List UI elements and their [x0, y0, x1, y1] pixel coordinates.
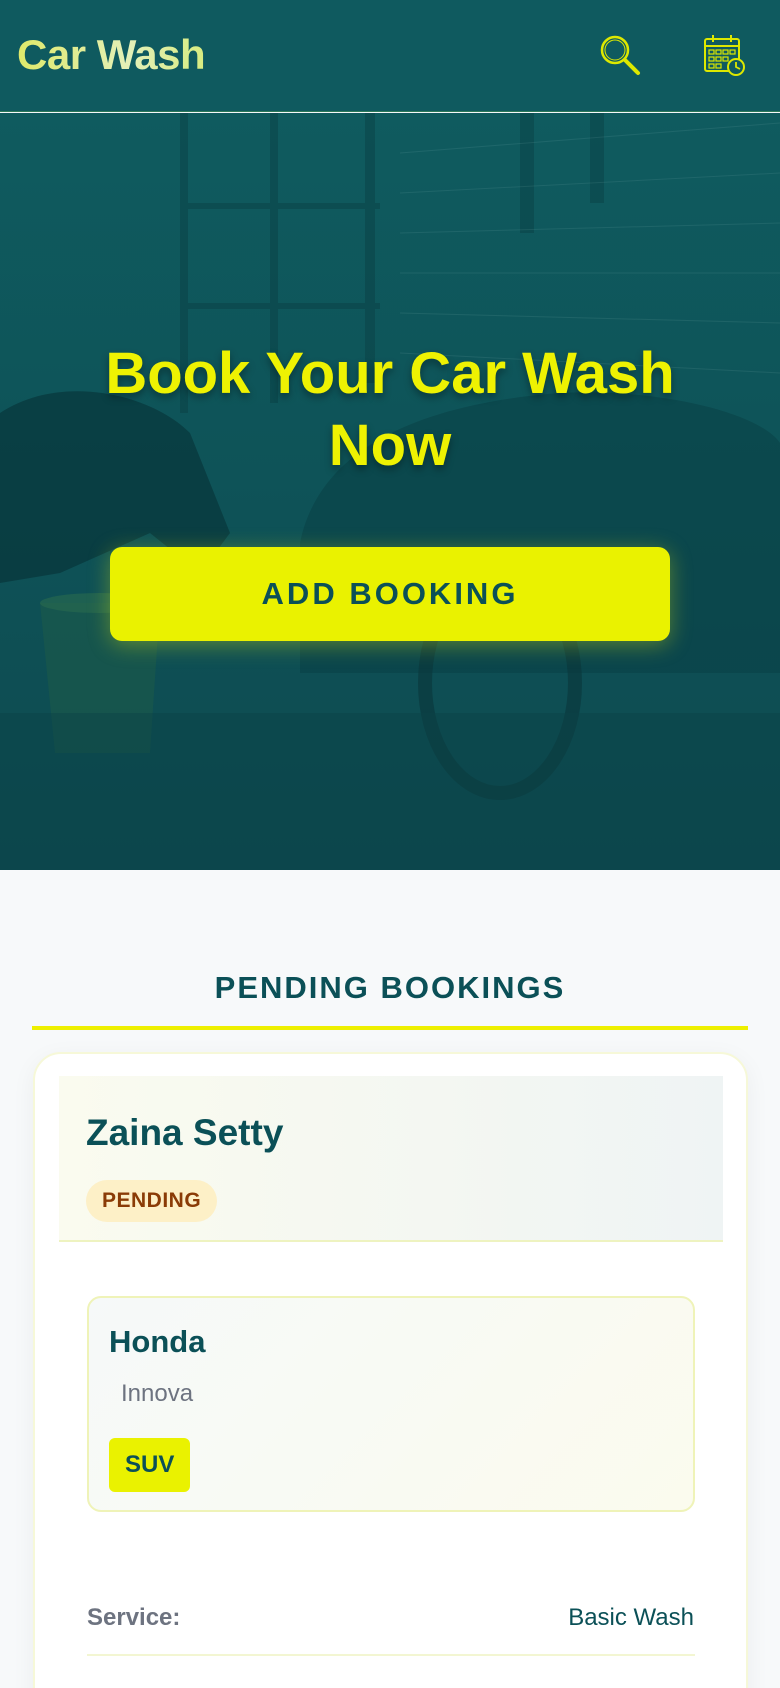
detail-divider	[87, 1654, 695, 1656]
vehicle-model: Innova	[121, 1380, 194, 1407]
status-badge: PENDING	[86, 1180, 218, 1222]
booking-card-header: Zaina Setty PENDING	[59, 1076, 723, 1242]
section-title: PENDING BOOKINGS	[214, 970, 566, 1005]
service-label: Service:	[87, 1604, 181, 1631]
section-divider	[32, 1026, 748, 1030]
vehicle-info-box: Honda Innova SUV	[87, 1296, 695, 1512]
app-title: Car Wash	[17, 31, 206, 78]
add-booking-button[interactable]: ADD BOOKING	[110, 547, 670, 641]
hero-banner: Book Your Car Wash Now ADD BOOKING	[0, 113, 780, 870]
vehicle-type-badge: SUV	[109, 1438, 191, 1492]
top-app-bar: Car Wash	[0, 0, 780, 112]
calendar-button[interactable]	[699, 30, 749, 80]
car-wash-background-image	[0, 113, 780, 870]
customer-name: Zaina Setty	[86, 1112, 284, 1153]
hero-title: Book Your Car Wash Now	[105, 341, 675, 478]
service-value: Basic Wash	[568, 1604, 694, 1631]
calendar-icon	[704, 35, 745, 76]
search-button[interactable]	[595, 30, 645, 80]
search-icon	[600, 35, 640, 75]
vehicle-make: Honda	[109, 1324, 206, 1359]
booking-card[interactable]: Zaina Setty PENDING Honda Innova SUV Ser…	[33, 1052, 748, 1688]
